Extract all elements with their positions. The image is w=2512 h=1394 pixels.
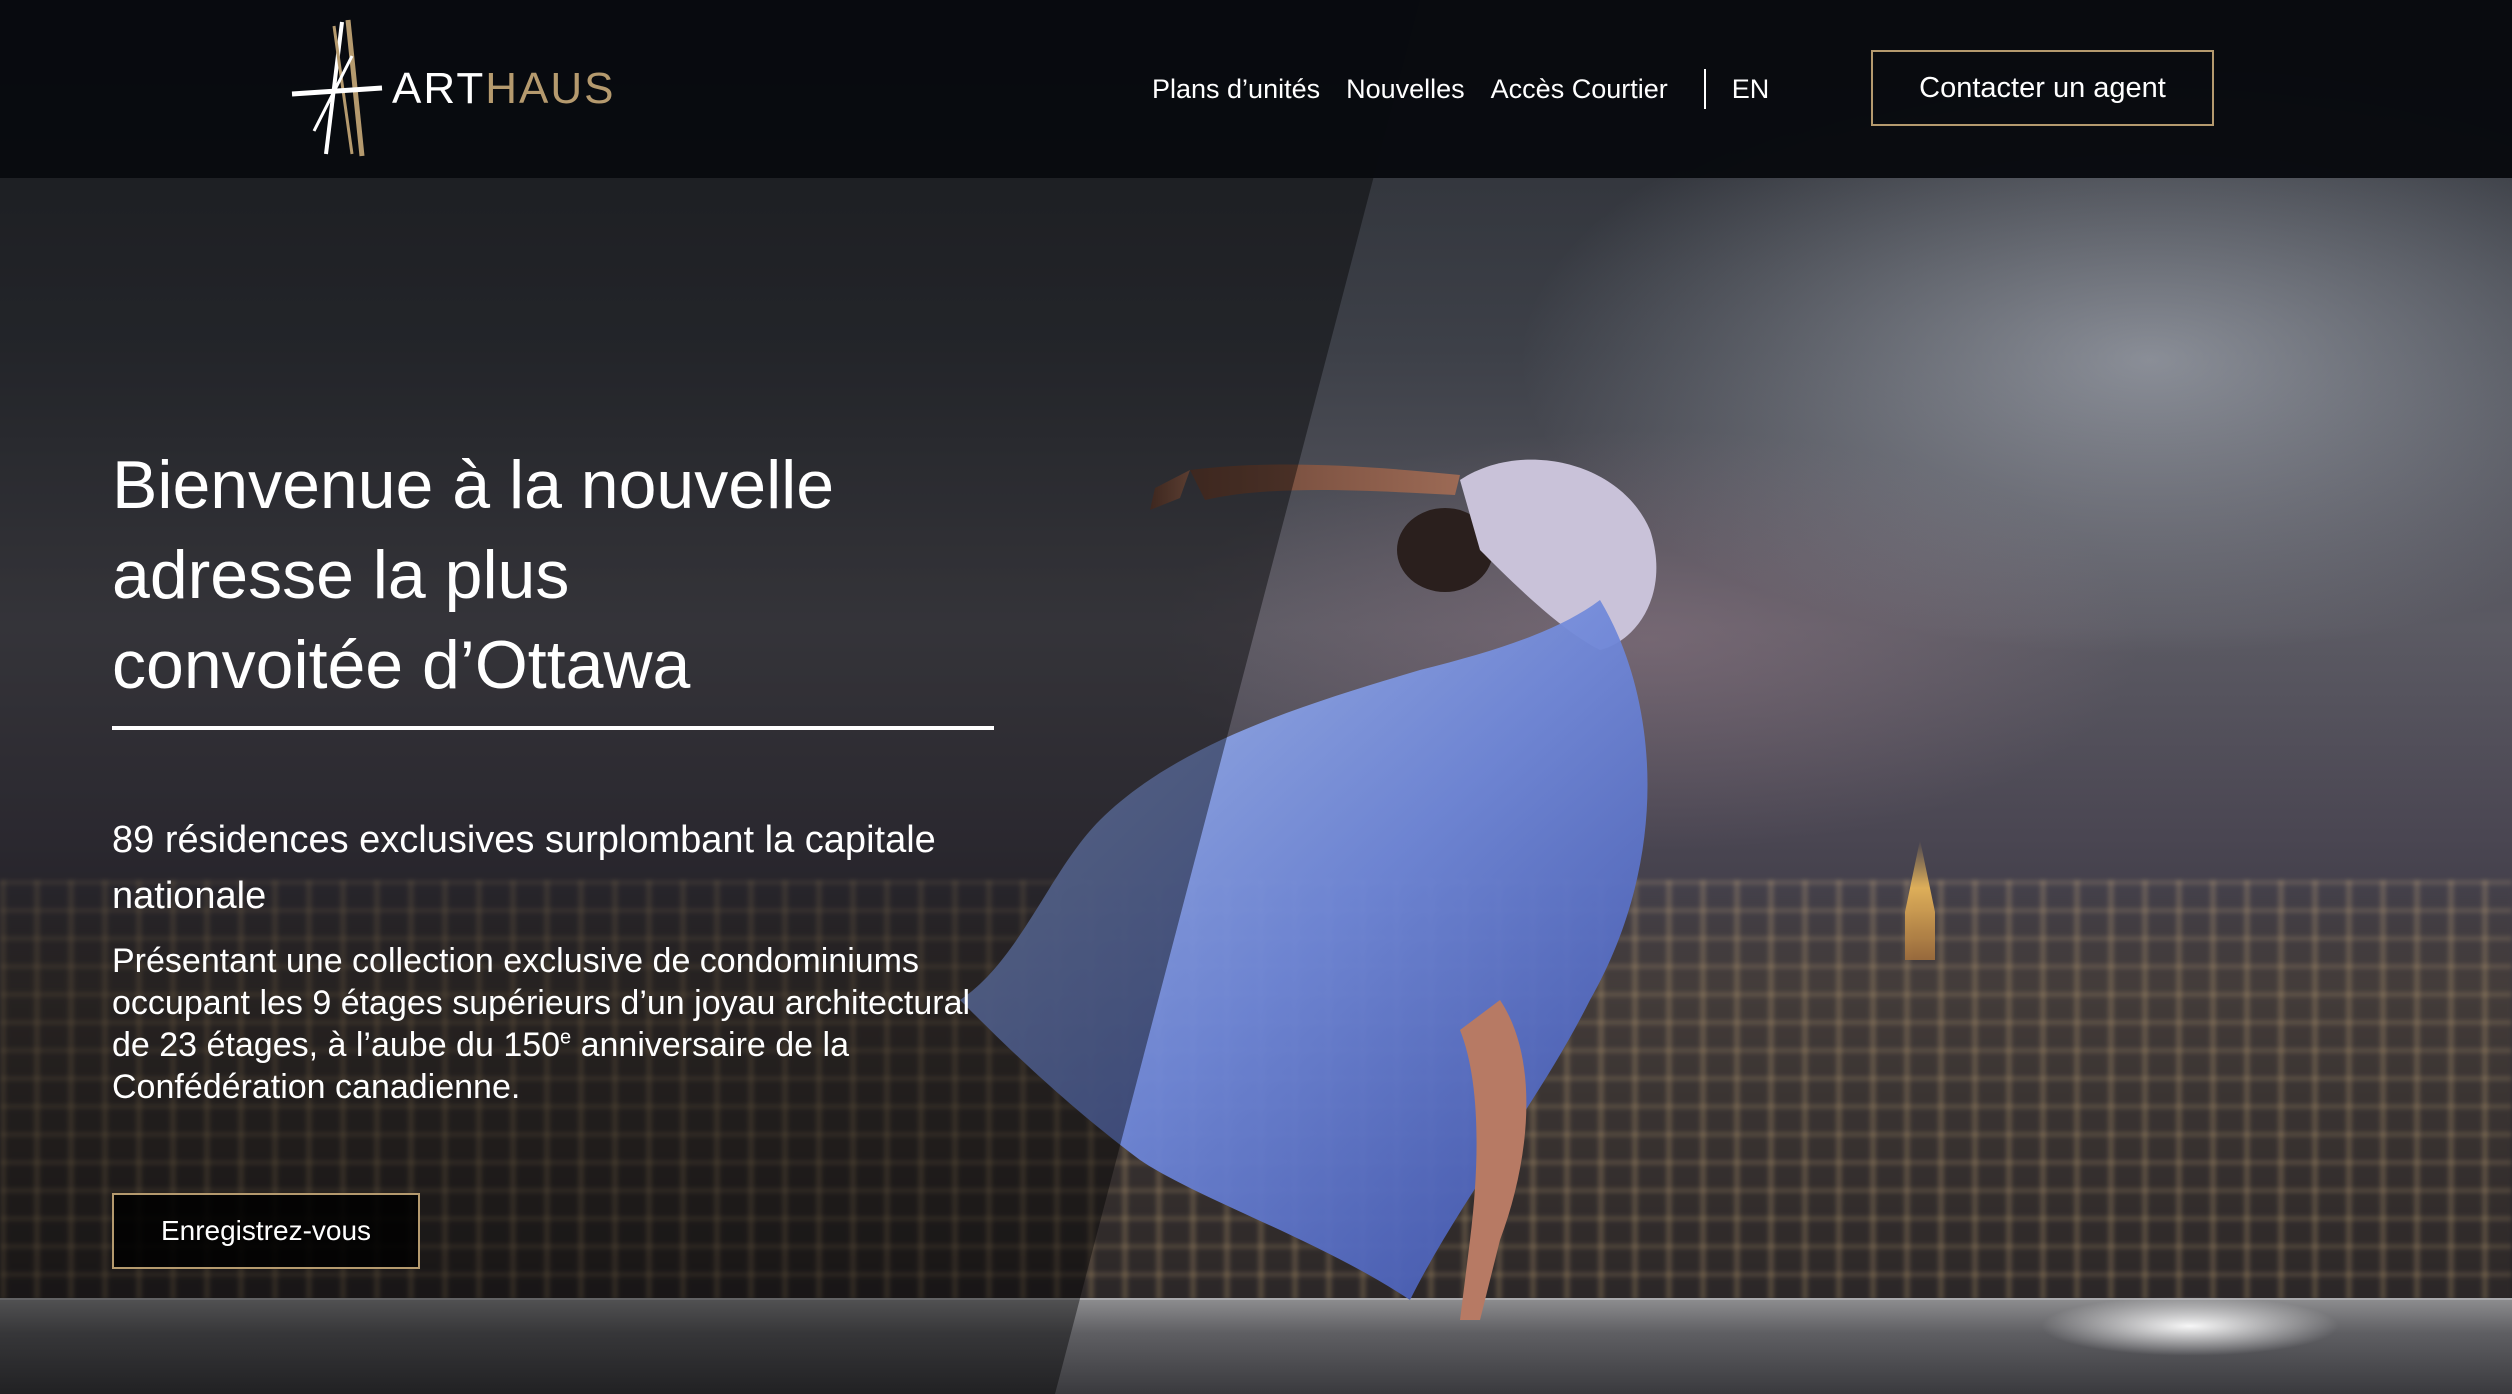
logo-text-art: ART: [392, 64, 486, 113]
language-toggle[interactable]: EN: [1732, 74, 1770, 105]
headline-line: adresse la plus: [112, 537, 570, 613]
headline-line: convoitée d’Ottawa: [112, 627, 691, 703]
hero-description: Présentant une collection exclusive de c…: [112, 940, 1012, 1108]
contact-agent-button[interactable]: Contacter un agent: [1871, 50, 2214, 126]
nav-item-news[interactable]: Nouvelles: [1346, 74, 1465, 105]
hero-subheading: 89 résidences exclusives surplombant la …: [112, 819, 936, 917]
arthaus-logo[interactable]: ARTHAUS: [290, 16, 630, 161]
headline-line: Bienvenue à la nouvelle: [112, 447, 835, 523]
logo-mark-icon: [291, 19, 383, 157]
hero-headline: Bienvenue à la nouvelle adresse la plus …: [112, 440, 1032, 710]
headline-divider: [112, 726, 994, 730]
nav-item-floor-plans[interactable]: Plans d’unités: [1152, 74, 1320, 105]
logo-text-haus: HAUS: [485, 64, 616, 113]
nav-divider: [1703, 69, 1706, 109]
site-header: ARTHAUS Plans d’unités Nouvelles Accès C…: [0, 0, 2512, 178]
ordinal-superscript: e: [560, 1026, 572, 1049]
main-nav: Plans d’unités Nouvelles Accès Courtier …: [1152, 66, 1769, 112]
floor-spotlight: [2040, 1296, 2340, 1356]
logo-wordmark: ARTHAUS: [392, 64, 615, 114]
register-button[interactable]: Enregistrez-vous: [112, 1193, 420, 1269]
nav-item-broker-access[interactable]: Accès Courtier: [1491, 74, 1668, 105]
